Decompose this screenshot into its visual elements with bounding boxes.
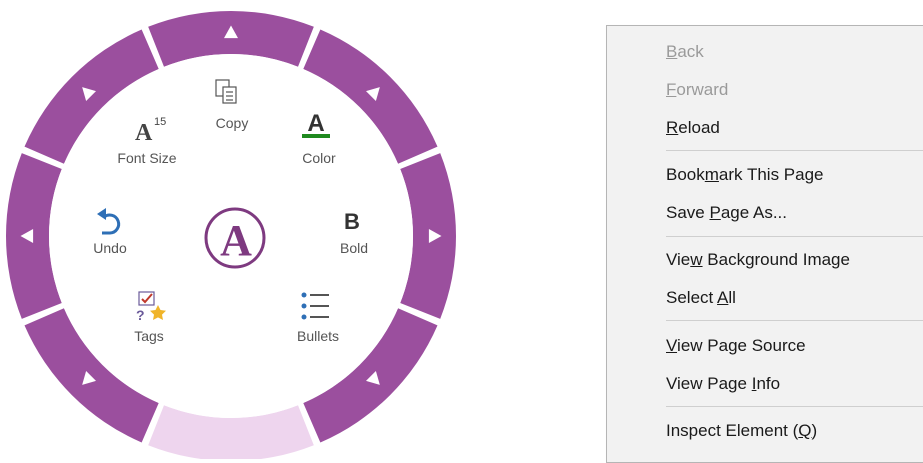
center-a-icon: A	[220, 216, 252, 265]
menu-item-view-page-info[interactable]: View Page Info	[666, 369, 780, 399]
menu-separator	[666, 320, 923, 321]
menu-separator	[666, 236, 923, 237]
tags-label: Tags	[134, 328, 164, 344]
svg-text:?: ?	[136, 307, 145, 323]
font-size-label: Font Size	[117, 150, 176, 166]
menu-item-bookmark-this-page[interactable]: Bookmark This Page	[666, 160, 824, 190]
bullets-label: Bullets	[297, 328, 339, 344]
color-label: Color	[302, 150, 336, 166]
font-size-badge: 15	[154, 116, 166, 128]
copy-label: Copy	[216, 115, 249, 131]
menu-item-back[interactable]: Back	[666, 37, 704, 67]
menu-item-forward[interactable]: Forward	[666, 75, 728, 105]
menu-separator	[666, 150, 923, 151]
radial-menu: Copy A 15 Font Size A Color Undo A B Bol…	[5, 11, 456, 459]
menu-item-save-page-as[interactable]: Save Page As...	[666, 198, 787, 228]
menu-item-reload[interactable]: Reload	[666, 113, 720, 143]
bold-label: Bold	[340, 240, 368, 256]
font-size-icon: A	[135, 120, 153, 146]
menu-item-select-all[interactable]: Select All	[666, 283, 736, 313]
font-color-icon: A	[307, 110, 324, 137]
menu-item-view-page-source[interactable]: View Page Source	[666, 331, 806, 361]
undo-label: Undo	[93, 240, 127, 256]
context-menu: Back Forward Reload Bookmark This Page S…	[606, 25, 923, 463]
menu-separator	[666, 406, 923, 407]
bold-icon: B	[344, 209, 360, 234]
menu-item-inspect-element[interactable]: Inspect Element (Q)	[666, 416, 817, 446]
menu-item-view-background-image[interactable]: View Background Image	[666, 245, 850, 275]
center-button[interactable]: A	[204, 207, 266, 269]
font-color-underline	[302, 134, 330, 138]
